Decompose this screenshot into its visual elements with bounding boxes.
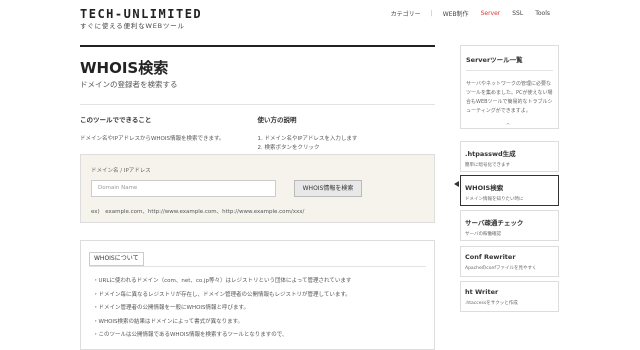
nav-separator: | <box>430 10 433 17</box>
nav-item-category[interactable]: カテゴリー <box>385 9 427 18</box>
sidebar-description: サーバやネットワークの管理に必要なツールを集めました。PCが使えない場合もWEB… <box>466 81 553 114</box>
main-content: WHOIS検索 ドメインの登録者を検索する このツールでできること ドメイン名や… <box>80 45 435 153</box>
howto-step: 1. ドメイン名やIPアドレスを入力します <box>257 136 358 142</box>
about-list: ・URLに使われるドメイン（com、net、co.jp等々）はレジストリという団… <box>93 275 351 343</box>
sidebar-item-title: Conf Rewriter <box>465 253 516 261</box>
site-tagline: すぐに使える便利なWEBツール <box>80 22 185 30</box>
active-pointer-icon <box>454 181 459 187</box>
page-subtitle: ドメインの登録者を検索する <box>80 80 178 89</box>
domain-input[interactable]: Domain Name <box>91 180 276 197</box>
whois-form: ドメイン名 / IPアドレス Domain Name WHOIS情報を検索 ex… <box>80 154 435 223</box>
site-header: TECH-UNLIMITED すぐに使える便利なWEBツール カテゴリー | W… <box>0 0 640 38</box>
sidebar-server-tools: Serverツール一覧 サーバやネットワークの管理に必要なツールを集めました。P… <box>460 45 559 129</box>
sidebar-item-server-check[interactable]: サーバ疎通チェック サーバの稼働確認 <box>460 210 559 241</box>
sidebar-item-title: ht Writer <box>465 288 499 296</box>
list-item: ・WHOIS検索の結果はドメインによって書式が異なります。 <box>93 318 244 325</box>
sidebar-divider <box>466 70 553 71</box>
input-example: ex) example.com、http://www.example.com、h… <box>91 209 305 215</box>
domain-label: ドメイン名 / IPアドレス <box>91 168 151 174</box>
sidebar-item-title: サーバ疎通チェック <box>465 219 524 227</box>
whois-search-button[interactable]: WHOIS情報を検索 <box>294 180 362 197</box>
chevron-up-icon: ^ <box>506 123 511 129</box>
about-divider <box>89 266 426 267</box>
site-logo[interactable]: TECH-UNLIMITED <box>80 7 202 21</box>
can-do-title: このツールでできること <box>80 116 152 124</box>
list-item: ・ドメイン毎に異なるレジストリが存在し、ドメイン管理者の公開情報もレジストリが管… <box>93 291 351 298</box>
page-title: WHOIS検索 <box>80 59 169 77</box>
intro-columns: このツールでできること ドメイン名やIPアドレスからWHOIS情報を検索できます… <box>80 114 435 153</box>
list-item: ・このツールは公開情報であるWHOIS情報を検索するツールとなりますので、 <box>93 332 288 338</box>
sidebar-item-htpasswd[interactable]: .htpasswd生成 簡単に暗号化できます <box>460 141 559 172</box>
sidebar-item-desc: Apacheのconfファイルを見やすく <box>465 266 537 271</box>
divider <box>80 104 435 105</box>
sidebar-item-desc: .htaccessをサクッと作成 <box>465 301 518 306</box>
sidebar-item-desc: ドメイン情報を知りたい時に <box>465 197 524 202</box>
list-item: ・ドメイン管理者の公開情報を一般にWHOIS情報と呼びます。 <box>93 305 249 311</box>
howto-section: 使い方の説明 1. ドメイン名やIPアドレスを入力します 2. 検索ボタンをクリ… <box>258 114 436 153</box>
howto-step: 2. 検索ボタンをクリック <box>257 145 320 151</box>
sidebar-item-whois[interactable]: WHOIS検索 ドメイン情報を知りたい時に <box>460 175 559 206</box>
sidebar-item-title: WHOIS検索 <box>465 184 504 192</box>
sidebar-item-desc: サーバの稼働確認 <box>465 232 501 237</box>
howto-steps: 1. ドメイン名やIPアドレスを入力します 2. 検索ボタンをクリック <box>258 135 436 153</box>
about-whois: WHOISについて ・URLに使われるドメイン（com、net、co.jp等々）… <box>80 240 435 350</box>
nav-item-ssl[interactable]: SSL <box>506 10 529 17</box>
can-do-text: ドメイン名やIPアドレスからWHOIS情報を検索できます。 <box>80 136 225 142</box>
nav-item-server[interactable]: Server <box>475 10 507 17</box>
list-item: ・URLに使われるドメイン（com、net、co.jp等々）はレジストリという団… <box>93 278 352 284</box>
sidebar-item-desc: 簡単に暗号化できます <box>465 163 510 168</box>
sidebar-item-conf-rewriter[interactable]: Conf Rewriter Apacheのconfファイルを見やすく <box>460 246 559 277</box>
nav-item-web[interactable]: WEB制作 <box>437 9 475 18</box>
sidebar-item-title: .htpasswd生成 <box>465 150 516 158</box>
top-nav: カテゴリー | WEB制作 Server SSL Tools <box>385 9 556 18</box>
howto-title: 使い方の説明 <box>257 116 297 124</box>
sidebar-title: Serverツール一覧 <box>466 56 523 64</box>
about-title: WHOISについて <box>89 252 144 266</box>
can-do-section: このツールでできること ドメイン名やIPアドレスからWHOIS情報を検索できます… <box>80 114 258 153</box>
nav-item-tools[interactable]: Tools <box>529 10 556 17</box>
sidebar-item-ht-writer[interactable]: ht Writer .htaccessをサクッと作成 <box>460 281 559 312</box>
title-rule <box>80 45 435 47</box>
